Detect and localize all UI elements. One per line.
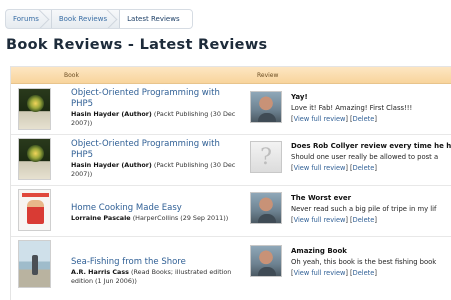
review-actions: [View full review] [Delete] [291,216,377,224]
page-title: Book Reviews - Latest Reviews [6,37,268,53]
book-publisher: (Packt Publishing (30 Dec [153,161,236,169]
book-publisher: (Read Books; illustrated edition [131,268,232,276]
book-title-line[interactable]: Object-Oriented Programming with [71,88,220,99]
table-row: Object-Oriented Programming with PHP5 Ha… [11,135,451,186]
view-full-review-link[interactable]: View full review [294,216,346,224]
review-text: Never read such a big pile of tripe in m… [291,205,437,213]
book-title-line[interactable]: Object-Oriented Programming with [71,139,220,150]
reviewer-avatar[interactable] [250,192,282,224]
book-author: Hasin Hayder (Author) [71,110,152,118]
book-publisher: (Packt Publishing (30 Dec [153,110,236,118]
breadcrumb-forums[interactable]: Forums [6,10,52,28]
book-title-link[interactable]: Object-Oriented Programming with PHP5 [71,139,220,161]
book-publisher-cont: 2007)) [71,118,93,127]
review-actions: [View full review] [Delete] [291,115,377,123]
book-cover-image[interactable] [18,88,51,130]
view-full-review-link[interactable]: View full review [294,164,346,172]
table-header: Book Review [11,67,451,84]
delete-link[interactable]: Delete [353,115,375,123]
book-cover-image[interactable] [18,189,51,231]
book-title-line[interactable]: PHP5 [71,99,220,110]
delete-link[interactable]: Delete [353,216,375,224]
column-header-review: Review [257,72,279,79]
breadcrumb-book-reviews[interactable]: Book Reviews [52,10,121,28]
book-meta: A.R. Harris Cass (Read Books; illustrate… [71,268,246,285]
book-publisher-cont: 2007)) [71,169,93,178]
table-row: Sea-Fishing from the Shore A.R. Harris C… [11,237,451,300]
reviewer-avatar[interactable] [250,91,282,123]
review-actions: [View full review] [Delete] [291,164,377,172]
reviewer-avatar[interactable] [250,245,282,277]
book-cover-image[interactable] [18,138,51,180]
delete-link[interactable]: Delete [353,164,375,172]
review-title: Amazing Book [291,247,347,255]
review-title: Does Rob Collyer review every time he ha [291,142,451,150]
book-publisher-cont: edition (1 Jun 2006)) [71,276,137,285]
table-row: Object-Oriented Programming with PHP5 Ha… [11,85,451,135]
review-title: Yay! [291,93,308,101]
book-publisher: (HarperCollins (29 Sep 2011)) [132,214,229,222]
book-meta: Lorraine Pascale (HarperCollins (29 Sep … [71,214,246,223]
book-title-link[interactable]: Home Cooking Made Easy [71,203,182,214]
reviews-table: Book Review Object-Oriented Programming … [10,66,451,300]
book-title-link[interactable]: Object-Oriented Programming with PHP5 [71,88,220,110]
review-text: Should one user really be allowed to pos… [291,153,439,161]
review-text: Love it! Fab! Amazing! First Class!!! [291,104,413,112]
book-meta: Hasin Hayder (Author) (Packt Publishing … [71,110,246,127]
delete-link[interactable]: Delete [353,269,375,277]
review-title: The Worst ever [291,194,352,202]
book-author: A.R. Harris Cass [71,268,129,276]
book-author: Lorraine Pascale [71,214,131,222]
default-avatar-icon[interactable]: ? [250,141,282,173]
review-text: Oh yeah, this book is the best fishing b… [291,258,437,266]
view-full-review-link[interactable]: View full review [294,115,346,123]
review-actions: [View full review] [Delete] [291,269,377,277]
book-cover-image[interactable] [18,240,51,288]
book-title-link[interactable]: Sea-Fishing from the Shore [71,257,186,268]
view-full-review-link[interactable]: View full review [294,269,346,277]
book-meta: Hasin Hayder (Author) (Packt Publishing … [71,161,246,178]
column-header-book: Book [64,72,79,79]
breadcrumb: Forums Book Reviews Latest Reviews [5,9,193,29]
book-author: Hasin Hayder (Author) [71,161,152,169]
breadcrumb-latest-reviews[interactable]: Latest Reviews [120,10,192,28]
book-title-line[interactable]: PHP5 [71,150,220,161]
table-row: Home Cooking Made Easy Lorraine Pascale … [11,186,451,237]
